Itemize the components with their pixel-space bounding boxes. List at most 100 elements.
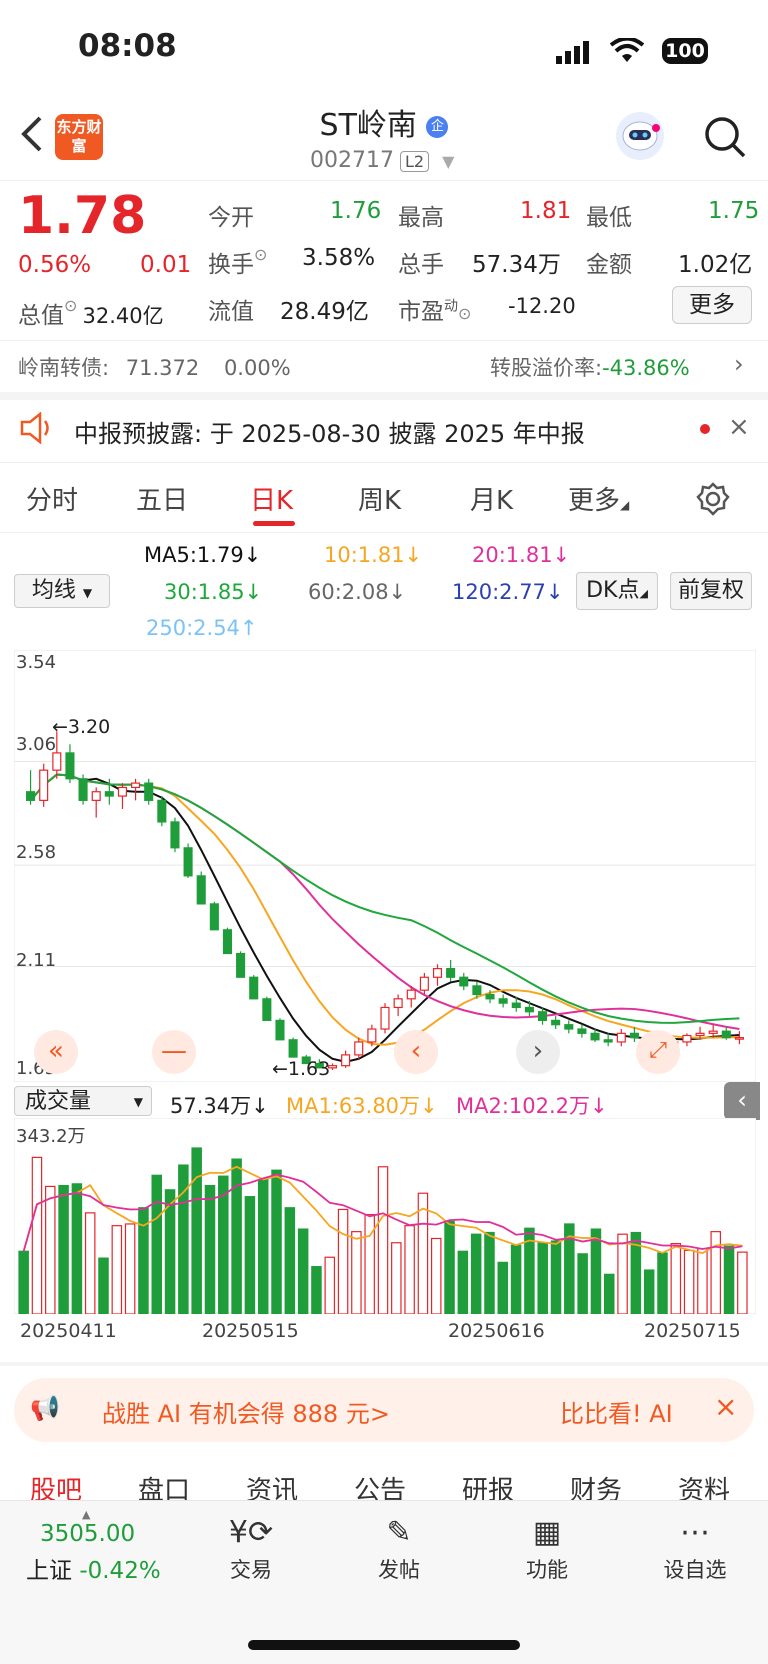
index-change: -0.42% [79,1558,161,1584]
candle-body [91,791,101,801]
prev-button[interactable]: ‹ [394,1030,438,1074]
tab-monthly-k[interactable]: 月K [470,480,513,517]
volume-bar [271,1169,282,1314]
fullscreen-button[interactable]: ⤢ [636,1030,680,1074]
tab-five-day[interactable]: 五日 [136,480,188,517]
promo-cta: 比比看! AI [560,1400,673,1428]
collapse-side-button[interactable]: ‹ [724,1082,760,1120]
volume-bar [58,1184,69,1314]
volume-bar [18,1250,29,1314]
volume-bar [244,1196,256,1314]
volume-bar [284,1207,296,1314]
promo-text: 战胜 AI 有机会得 888 元> [102,1400,390,1428]
candle-body [262,998,272,1021]
low-label: 最低 [586,205,632,231]
volume-bar [657,1252,668,1314]
y-label-4: 2.11 [16,950,57,971]
search-icon[interactable] [702,114,748,164]
volume-bar [45,1185,56,1314]
candle-body [551,1019,561,1026]
candle-body [590,1032,600,1041]
volume-bar [324,1256,336,1314]
close-icon[interactable]: × [728,412,750,442]
volume-selector[interactable]: 成交量 ▼ [14,1086,152,1116]
scroll-left-button[interactable]: « [34,1030,78,1074]
candle-body [603,1039,613,1043]
candle-body [157,799,167,823]
volume-bar [470,1233,482,1314]
candle-body [524,1006,534,1013]
nav-trade[interactable]: ¥⟳ 交易 [196,1515,306,1584]
stock-code-line[interactable]: 002717 L2 ▼ [310,148,454,173]
premium-label: 转股溢价率: [490,356,603,380]
candle-body [354,1041,364,1056]
promo-banner[interactable]: 📢 战胜 AI 有机会得 888 元> 比比看! AI × [14,1378,754,1442]
volume-bar [697,1248,708,1314]
volume-bar [484,1231,495,1314]
ma-selector[interactable]: 均线 ▼ [14,574,110,608]
dk-point-button[interactable]: DK点◢ [576,572,658,610]
zoom-out-button[interactable]: — [152,1030,196,1074]
candle-body [39,769,49,801]
volume-bar [737,1251,748,1314]
volume-bar [351,1231,362,1314]
edit-icon: ✎ [386,1515,412,1550]
open-label: 今开 [208,205,254,231]
pe-value: -12.20 [508,294,576,318]
candle-body [117,786,127,797]
more-button[interactable]: 更多 [672,286,752,324]
volume-bar [643,1269,655,1314]
nav-functions[interactable]: ▦ 功能 [492,1515,602,1584]
candle-body [629,1032,639,1039]
candle-body [734,1037,744,1040]
tab-more[interactable]: 更多◢ [568,480,629,517]
index-ticker[interactable]: ▲ 3505.00 上证 -0.42% [26,1508,161,1585]
stock-code: 002717 [310,148,394,173]
tab-weekly-k[interactable]: 周K [358,480,401,517]
next-button[interactable]: › [516,1030,560,1074]
bond-price: 71.372 [125,356,200,380]
stock-name: ST岭南 [319,108,417,143]
convertible-bond-row[interactable]: 岭南转债: 71.372 0.00% 转股溢价率:-43.86% › [18,350,758,382]
candle-body [485,993,495,1000]
tab-daily-k[interactable]: 日K [250,480,293,517]
yen-exchange-icon: ¥⟳ [228,1515,274,1550]
close-promo-icon[interactable]: × [714,1390,737,1423]
tab-intraday[interactable]: 分时 [26,480,78,517]
adjust-button[interactable]: 前复权 [670,572,752,610]
candle-body [144,782,154,801]
candle-body [511,1002,521,1009]
nav-add-watchlist[interactable]: ⋯ 设自选 [640,1515,750,1584]
candle-body [65,752,75,780]
chevron-right-icon: › [734,350,744,378]
candlestick-chart[interactable] [14,650,756,1082]
candle-body [695,1032,705,1037]
notice-text[interactable]: 中报预披露: 于 2025-08-30 披露 2025 年中报 [74,414,585,449]
volume-chart[interactable] [14,1118,756,1314]
candle-body [196,875,206,905]
volume-bar [191,1147,202,1314]
info-icon: ⊙ [64,296,78,315]
candle-body [577,1028,587,1034]
index-name: 上证 [26,1558,72,1584]
date-label-3: 20250616 [448,1320,545,1342]
candle-body [380,1006,390,1030]
ma250-legend: 250:2.54↑ [146,616,258,640]
volume-bar [98,1257,109,1314]
market-cap-label: 总值 [18,303,64,329]
ma5-legend: MA5:1.79↓ [144,543,262,567]
ai-robot-icon[interactable] [616,112,664,160]
market-cap[interactable]: 总值⊙ 32.40亿 [18,296,164,330]
candle-body [367,1028,377,1043]
y-label-top: 3.54 [16,652,57,673]
settings-gear-icon[interactable] [696,482,730,520]
nav-post[interactable]: ✎ 发帖 [344,1515,454,1584]
change-amount: 0.01 [140,252,192,278]
candle-body [721,1030,731,1039]
volume-bar [31,1156,43,1314]
candle-body [472,985,482,996]
candle-body [249,976,259,1000]
candle-body [222,929,233,955]
market-cap-value: 32.40亿 [82,304,164,328]
volume-bar [457,1250,469,1314]
